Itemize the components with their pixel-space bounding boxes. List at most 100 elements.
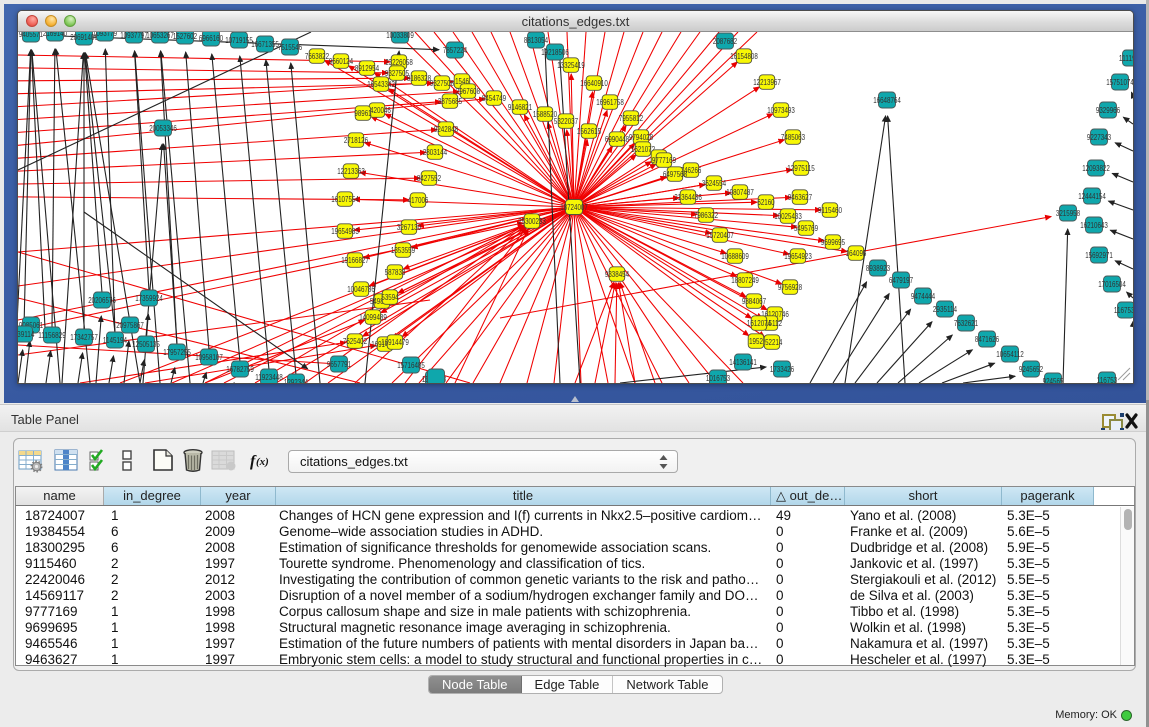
svg-text:16961758: 16961758 xyxy=(596,98,624,107)
svg-text:9463627: 9463627 xyxy=(788,193,813,202)
svg-text:20053346: 20053346 xyxy=(149,124,177,133)
svg-text:62160: 62160 xyxy=(757,198,775,207)
svg-text:10025433: 10025433 xyxy=(774,212,802,221)
svg-text:7857224: 7857224 xyxy=(443,46,468,55)
svg-text:10973493: 10973493 xyxy=(767,106,795,115)
svg-text:16648764: 16648764 xyxy=(873,96,901,105)
svg-text:9146821: 9146821 xyxy=(508,103,533,112)
svg-text:12213363: 12213363 xyxy=(337,167,365,176)
svg-text:12093822: 12093822 xyxy=(1082,164,1110,173)
svg-text:9756928: 9756928 xyxy=(778,283,803,292)
svg-text:1527602: 1527602 xyxy=(173,32,198,41)
svg-text:5322037: 5322037 xyxy=(554,117,579,126)
svg-text:8454749: 8454749 xyxy=(482,94,507,103)
svg-text:1111985: 1111985 xyxy=(1119,54,1133,63)
svg-text:13325419: 13325419 xyxy=(557,61,585,70)
svg-text:20975867: 20975867 xyxy=(116,321,144,330)
svg-text:7515546: 7515546 xyxy=(278,43,303,52)
svg-text:9657791: 9657791 xyxy=(327,360,352,369)
svg-text:9327505: 9327505 xyxy=(385,69,410,78)
svg-text:1093779: 1093779 xyxy=(93,32,118,38)
svg-text:9777169: 9777169 xyxy=(652,156,677,165)
svg-text:53594: 53594 xyxy=(381,293,399,302)
svg-text:10033809: 10033809 xyxy=(386,32,414,40)
svg-text:16640910: 16640910 xyxy=(580,79,608,88)
svg-text:98961: 98961 xyxy=(354,109,372,118)
svg-text:164095: 164095 xyxy=(846,249,867,258)
svg-text:8186328: 8186328 xyxy=(407,74,432,83)
svg-text:1952: 1952 xyxy=(749,337,763,346)
svg-text:11156829: 11156829 xyxy=(38,331,66,340)
svg-text:16914479: 16914479 xyxy=(381,338,409,347)
svg-text:9660124: 9660124 xyxy=(329,57,354,66)
svg-text:3624554: 3624554 xyxy=(702,179,727,188)
svg-text:2967608: 2967608 xyxy=(456,87,481,96)
svg-text:2718126: 2718126 xyxy=(344,136,369,145)
svg-text:9338454: 9338454 xyxy=(605,270,630,279)
svg-text:11923448: 11923448 xyxy=(255,373,283,382)
svg-text:12505135: 12505135 xyxy=(132,340,160,349)
svg-text:9115460: 9115460 xyxy=(818,206,843,215)
svg-text:7986322: 7986322 xyxy=(694,211,719,220)
svg-text:21364436: 21364436 xyxy=(674,193,702,202)
svg-text:9242848: 9242848 xyxy=(434,125,459,134)
svg-text:12975115: 12975115 xyxy=(787,164,815,173)
svg-text:6966160: 6966160 xyxy=(199,34,224,43)
svg-text:1612074: 1612074 xyxy=(747,319,772,328)
svg-text:15692971: 15692971 xyxy=(1085,251,1113,260)
svg-text:8938923: 8938923 xyxy=(866,264,891,273)
svg-text:19654983: 19654983 xyxy=(331,227,359,236)
svg-text:2803144: 2803144 xyxy=(423,148,448,157)
svg-text:9327508: 9327508 xyxy=(430,79,455,88)
svg-text:9329966: 9329966 xyxy=(1096,106,1121,115)
svg-text:12444154: 12444154 xyxy=(1078,192,1106,201)
svg-text:15720407: 15720407 xyxy=(706,231,734,240)
svg-text:7955812: 7955812 xyxy=(619,114,644,123)
svg-text:16154808: 16154808 xyxy=(730,52,758,61)
svg-text:16543342: 16543342 xyxy=(367,80,395,89)
svg-text:8813054: 8813054 xyxy=(524,36,549,45)
svg-text:10046786: 10046786 xyxy=(347,285,375,294)
svg-text:1167534: 1167534 xyxy=(1114,306,1133,315)
svg-text:8471626: 8471626 xyxy=(975,335,1000,344)
svg-text:417006: 417006 xyxy=(408,196,429,205)
svg-text:1733426: 1733426 xyxy=(770,365,795,374)
svg-text:18724007: 18724007 xyxy=(560,203,588,212)
svg-text:9245652: 9245652 xyxy=(1019,365,1044,374)
svg-text:3875685: 3875685 xyxy=(438,97,463,106)
svg-text:16107554: 16107554 xyxy=(331,195,359,204)
svg-text:17957255: 17957255 xyxy=(163,348,191,357)
svg-text:1016753: 1016753 xyxy=(706,374,731,383)
svg-text:7485063: 7485063 xyxy=(781,133,806,142)
svg-text:9227343: 9227343 xyxy=(1087,133,1112,142)
svg-text:10719155: 10719155 xyxy=(225,36,253,45)
svg-text:10654112: 10654112 xyxy=(996,350,1024,359)
svg-text:924565: 924565 xyxy=(1043,377,1064,383)
svg-text:3267130: 3267130 xyxy=(397,223,422,232)
svg-text:1145194: 1145194 xyxy=(103,336,128,345)
svg-text:9794028: 9794028 xyxy=(629,133,654,142)
svg-text:9884067: 9884067 xyxy=(742,297,767,306)
svg-text:7632621: 7632621 xyxy=(954,319,979,328)
svg-text:8427552: 8427552 xyxy=(417,174,442,183)
svg-text:1353559: 1353559 xyxy=(391,246,416,255)
svg-text:16210643: 16210643 xyxy=(1080,221,1108,230)
svg-text:15716485: 15716485 xyxy=(397,361,425,370)
svg-text:16782759: 16782759 xyxy=(226,365,254,374)
svg-text:16671355: 16671355 xyxy=(251,40,279,49)
svg-text:7625402: 7625402 xyxy=(343,337,368,346)
svg-text:18807249: 18807249 xyxy=(731,276,759,285)
svg-text:10653267: 10653267 xyxy=(146,32,174,40)
svg-text:10807487: 10807487 xyxy=(726,188,754,197)
svg-text:14099489: 14099489 xyxy=(359,313,387,322)
svg-text:20206576: 20206576 xyxy=(88,296,116,305)
svg-text:939114: 939114 xyxy=(18,330,35,339)
svg-text:116753: 116753 xyxy=(1097,376,1118,383)
svg-text:17016504: 17016504 xyxy=(1098,280,1126,289)
svg-text:6990448: 6990448 xyxy=(605,135,630,144)
svg-text:1292344: 1292344 xyxy=(284,378,309,383)
svg-text:9474444: 9474444 xyxy=(911,292,936,301)
svg-text:3215958: 3215958 xyxy=(1056,209,1081,218)
svg-text:587833: 587833 xyxy=(385,268,406,277)
svg-text:(x): (x) xyxy=(256,456,269,468)
